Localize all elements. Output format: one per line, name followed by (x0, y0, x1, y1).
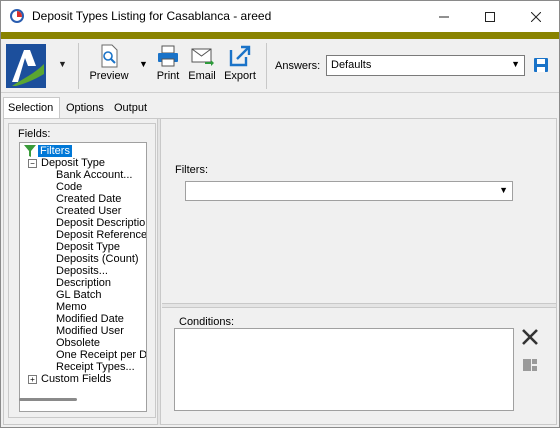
tab-options[interactable]: Options (61, 97, 108, 118)
chevron-down-icon: ▼ (499, 185, 508, 195)
tree-item[interactable]: Created User (56, 205, 121, 217)
filter-funnel-icon (24, 145, 36, 157)
tree-item[interactable]: Memo (56, 301, 87, 313)
toolbar-separator (266, 43, 267, 89)
export-icon (229, 45, 251, 67)
tree-group-deposit-type[interactable]: Deposit Type (41, 157, 105, 169)
preview-chevron-down-icon[interactable]: ▼ (139, 59, 148, 69)
conditions-list[interactable] (174, 328, 514, 411)
export-button[interactable]: Export (222, 41, 258, 91)
answers-value: Defaults (331, 59, 372, 71)
filters-area (162, 119, 556, 303)
tree-item[interactable]: GL Batch (56, 289, 101, 301)
tree-item[interactable]: Modified Date (56, 313, 124, 325)
collapse-icon[interactable]: − (28, 159, 37, 168)
company-logo[interactable] (6, 44, 46, 88)
tree-item[interactable]: Obsolete (56, 337, 100, 349)
maximize-icon[interactable] (467, 1, 513, 32)
answers-dropdown[interactable]: Defaults ▼ (326, 55, 525, 76)
toolbar-separator (78, 43, 79, 89)
chevron-down-icon: ▼ (511, 59, 520, 69)
print-label: Print (156, 70, 180, 82)
tree-group-custom-fields[interactable]: Custom Fields (41, 373, 111, 385)
preview-icon (101, 44, 118, 68)
report-window: Deposit Types Listing for Casablanca - a… (0, 0, 560, 428)
tree-item[interactable]: Bank Account... (56, 169, 132, 181)
email-button[interactable]: Email (187, 41, 217, 91)
tree-item[interactable]: Receipt Types... (56, 361, 135, 373)
tree-horizontal-scrollbar[interactable] (19, 398, 77, 401)
fields-label: Fields: (18, 128, 51, 140)
tree-item[interactable]: Deposit Reference (56, 229, 146, 241)
tree-root-filters[interactable]: Filters (38, 145, 72, 157)
tree-item[interactable]: Deposits... (56, 265, 108, 277)
close-icon[interactable] (513, 1, 559, 32)
export-label: Export (224, 70, 256, 82)
tab-strip: Selection Options Output (1, 97, 559, 119)
delete-condition-icon[interactable] (520, 327, 540, 347)
vertical-splitter[interactable] (157, 119, 161, 425)
preview-label: Preview (89, 70, 129, 82)
email-label: Email (188, 70, 216, 82)
tab-output[interactable]: Output (109, 97, 154, 118)
answers-label: Answers: (275, 60, 321, 72)
toolbar: ▼ Preview ▼ Print Email Export Answers: … (1, 39, 559, 93)
tree-item[interactable]: Modified User (56, 325, 124, 337)
horizontal-splitter[interactable] (162, 303, 556, 308)
filters-dropdown[interactable]: ▼ (185, 181, 513, 201)
tab-options-label: Options (66, 102, 104, 114)
accent-bar (1, 32, 559, 39)
tree-item[interactable]: Deposits (Count) (56, 253, 139, 265)
tree-item[interactable]: Deposit Description (56, 217, 146, 229)
app-pie-icon (10, 9, 24, 23)
tree-item[interactable]: One Receipt per Deposit (56, 349, 146, 361)
window-title: Deposit Types Listing for Casablanca - a… (32, 9, 272, 23)
conditions-label: Conditions: (179, 316, 235, 328)
title-bar[interactable]: Deposit Types Listing for Casablanca - a… (1, 1, 559, 32)
fields-tree[interactable]: Filters − Deposit Type Bank Account... C… (19, 142, 147, 412)
edit-condition-icon[interactable] (522, 357, 538, 373)
tree-item[interactable]: Created Date (56, 193, 121, 205)
preview-button[interactable]: Preview (87, 41, 131, 91)
save-icon[interactable] (533, 57, 549, 73)
tab-output-label: Output (114, 102, 148, 114)
filters-label: Filters: (175, 164, 208, 176)
tab-selection[interactable]: Selection (3, 97, 60, 119)
tab-selection-label: Selection (8, 102, 54, 114)
expand-icon[interactable]: + (28, 375, 37, 384)
tree-item[interactable]: Deposit Type (56, 241, 120, 253)
email-icon (191, 48, 214, 66)
minimize-icon[interactable] (421, 1, 467, 32)
print-button[interactable]: Print (153, 41, 183, 91)
printer-icon (158, 45, 178, 67)
logo-menu-chevron-down-icon[interactable]: ▼ (58, 59, 67, 69)
tree-item[interactable]: Code (56, 181, 82, 193)
tree-item[interactable]: Description (56, 277, 111, 289)
